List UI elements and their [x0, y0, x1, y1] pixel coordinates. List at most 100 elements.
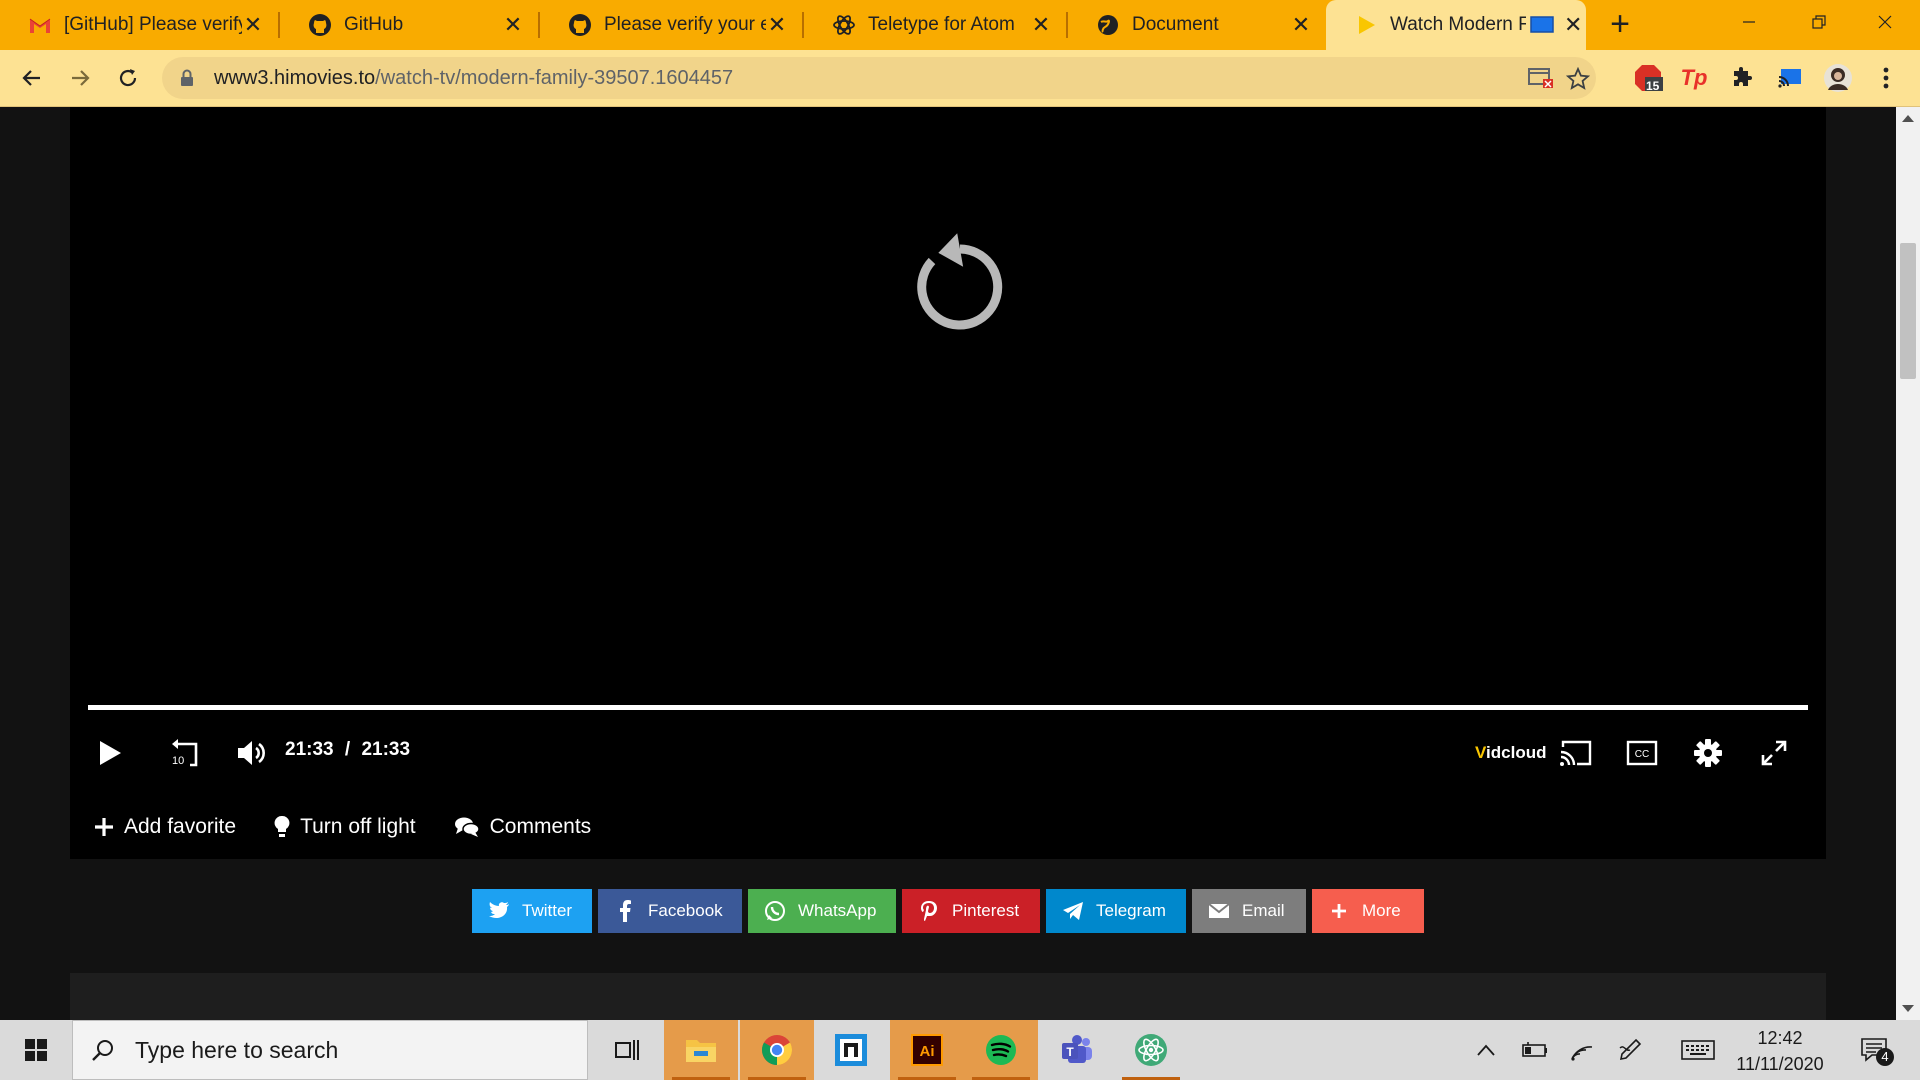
share-label: Telegram: [1096, 901, 1166, 920]
profile-avatar[interactable]: [1822, 62, 1854, 94]
tab-teletype[interactable]: Teletype for Atom ✕: [804, 0, 1066, 50]
scroll-thumb[interactable]: [1900, 243, 1916, 379]
address-bar[interactable]: www3.himovies.to/watch-tv/modern-family-…: [162, 57, 1596, 99]
tab-title: [GitHub] Please verify your email: [64, 14, 242, 35]
tp-icon: Tp: [1680, 65, 1708, 90]
tab-document[interactable]: Document ✕: [1068, 0, 1326, 50]
share-telegram-button[interactable]: Telegram: [1046, 889, 1186, 933]
share-more-button[interactable]: More: [1312, 889, 1424, 933]
bookmark-star-icon[interactable]: [1565, 66, 1591, 96]
comments-button[interactable]: Comments: [454, 815, 591, 839]
volume-button[interactable]: [230, 731, 274, 775]
close-tab-icon[interactable]: ✕: [1030, 12, 1052, 37]
tab-title: GitHub: [344, 14, 404, 35]
taskbar-search-box[interactable]: Type here to search: [72, 1020, 588, 1080]
scroll-down-arrow-icon[interactable]: [1902, 1005, 1914, 1012]
teletype-icon: [832, 13, 856, 37]
email-icon: [1208, 900, 1230, 922]
svg-text:Ai: Ai: [920, 1043, 935, 1060]
forward-arrow-icon: [72, 70, 90, 86]
share-pinterest-button[interactable]: Pinterest: [902, 889, 1040, 933]
time-total: 21:33: [361, 739, 411, 760]
extension-adblock[interactable]: 15: [1632, 62, 1664, 94]
lock-icon[interactable]: [180, 69, 194, 92]
cast-icon: [1560, 740, 1592, 766]
brand-rest: idcloud: [1486, 743, 1547, 762]
close-tab-icon[interactable]: ✕: [242, 12, 264, 37]
share-label: Email: [1242, 901, 1285, 920]
comments-icon: [454, 816, 480, 838]
extensions-button[interactable]: [1726, 62, 1758, 94]
replay-icon[interactable]: [902, 227, 1018, 343]
taskbar-chrome[interactable]: [740, 1020, 814, 1080]
settings-button[interactable]: [1686, 731, 1730, 775]
tab-gmail[interactable]: [GitHub] Please verify your email ✕: [0, 0, 278, 50]
chrome-icon: [761, 1035, 793, 1065]
wifi-tray-icon[interactable]: [1566, 1034, 1598, 1066]
github-icon: [308, 13, 332, 37]
url-text[interactable]: www3.himovies.to/watch-tv/modern-family-…: [214, 57, 733, 99]
restore-button[interactable]: [1784, 0, 1854, 44]
add-favorite-button[interactable]: Add favorite: [94, 815, 236, 839]
pen-tray-icon[interactable]: [1614, 1034, 1646, 1066]
share-email-button[interactable]: Email: [1192, 889, 1306, 933]
close-tab-icon[interactable]: ✕: [766, 12, 788, 37]
share-facebook-button[interactable]: Facebook: [598, 889, 742, 933]
plus-icon: [1328, 900, 1350, 922]
teams-icon: T: [1062, 1035, 1092, 1063]
share-whatsapp-button[interactable]: WhatsApp: [748, 889, 896, 933]
rewind-10-button[interactable]: 10: [162, 731, 206, 775]
new-tab-button[interactable]: +: [1604, 5, 1636, 43]
action-center-button[interactable]: 4: [1854, 1034, 1894, 1066]
clock-time: 12:42: [1757, 1028, 1803, 1048]
reload-button[interactable]: [110, 60, 146, 96]
start-button[interactable]: [0, 1020, 72, 1080]
minimize-button[interactable]: [1714, 0, 1784, 44]
close-tab-icon[interactable]: ✕: [1564, 12, 1582, 37]
cast-player-button[interactable]: [1554, 731, 1598, 775]
plus-icon: [94, 817, 114, 837]
close-tab-icon[interactable]: ✕: [1290, 12, 1312, 37]
captions-button[interactable]: CC: [1620, 731, 1664, 775]
reload-icon: [119, 69, 137, 87]
back-button[interactable]: [14, 60, 50, 96]
turn-off-light-button[interactable]: Turn off light: [274, 815, 416, 839]
battery-tray-icon[interactable]: [1518, 1034, 1550, 1066]
scroll-up-arrow-icon[interactable]: [1902, 115, 1914, 122]
tab-watch-modern-family[interactable]: Watch Modern Family ✕: [1326, 0, 1586, 50]
show-hidden-icons-button[interactable]: [1470, 1034, 1502, 1066]
url-host: www3.himovies.to: [214, 67, 376, 89]
extension-tp[interactable]: Tp: [1678, 62, 1710, 94]
progress-bar[interactable]: [88, 705, 1808, 710]
taskbar-pycharm[interactable]: [814, 1020, 888, 1080]
taskbar-illustrator[interactable]: Ai: [890, 1020, 964, 1080]
cast-button[interactable]: [1774, 62, 1806, 94]
page-scrollbar[interactable]: [1896, 107, 1920, 1020]
close-tab-icon[interactable]: ✕: [502, 12, 524, 37]
play-favicon-icon: [1354, 13, 1378, 37]
windows-logo-icon: [25, 1039, 47, 1061]
keyboard-tray-icon[interactable]: [1678, 1034, 1718, 1066]
fullscreen-button[interactable]: [1752, 731, 1796, 775]
forward-button[interactable]: [62, 60, 98, 96]
folder-icon: [686, 1040, 716, 1062]
popup-blocked-icon[interactable]: [1528, 67, 1554, 94]
browser-menu-button[interactable]: [1870, 62, 1902, 94]
taskbar-teams[interactable]: T: [1040, 1020, 1114, 1080]
taskbar-spotify[interactable]: [964, 1020, 1038, 1080]
video-player[interactable]: 10 21:33 / 21:33 Vidcloud CC Add favorit…: [70, 107, 1826, 859]
back-arrow-icon: [22, 70, 40, 86]
cast-icon: [1778, 69, 1801, 88]
tab-verify-email[interactable]: Please verify your email ✕: [540, 0, 802, 50]
svg-text:T: T: [1066, 1045, 1074, 1059]
tab-title: Document: [1132, 14, 1219, 35]
task-view-button[interactable]: [590, 1020, 664, 1080]
taskbar-atom[interactable]: [1114, 1020, 1188, 1080]
share-twitter-button[interactable]: Twitter: [472, 889, 592, 933]
play-button[interactable]: [88, 731, 132, 775]
taskbar-file-explorer[interactable]: [664, 1020, 738, 1080]
close-window-button[interactable]: [1850, 0, 1920, 44]
tab-github[interactable]: GitHub ✕: [280, 0, 538, 50]
gmail-icon: [28, 13, 52, 37]
taskbar-clock[interactable]: 12:42 11/11/2020: [1730, 1025, 1830, 1077]
